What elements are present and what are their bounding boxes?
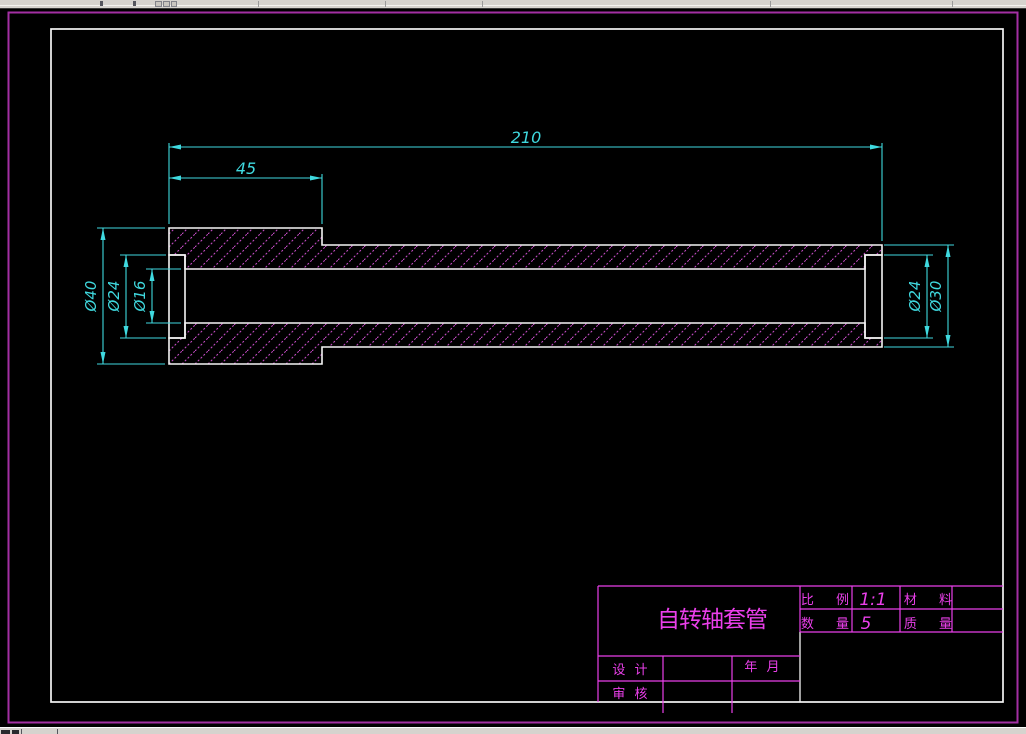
dim-right-counterbore-dia: Ø24 xyxy=(906,281,924,313)
part-name: 自转轴套管 xyxy=(657,607,767,633)
quantity-value: 5 xyxy=(861,614,872,634)
part-upper-wall-section xyxy=(168,227,883,270)
scale-label: 比 例 xyxy=(801,593,849,608)
statusbar-icon-fragment xyxy=(1,730,10,734)
material-label: 材 料 xyxy=(904,593,952,608)
statusbar-icon-fragment xyxy=(12,730,19,734)
dim-flange-outer-dia: Ø40 xyxy=(82,281,100,313)
cad-viewport[interactable]: 210 45 Ø40 Ø24 Ø16 Ø24 Ø30 自转轴套管 比 例 1:1… xyxy=(0,0,1026,734)
dim-total-length: 210 xyxy=(511,128,542,147)
dim-tube-outer-dia: Ø30 xyxy=(927,281,945,313)
designer-label: 设 计 xyxy=(612,663,647,678)
part-lower-wall-section xyxy=(168,322,883,365)
dim-bore-dia: Ø16 xyxy=(131,281,149,313)
scale-value: 1:1 xyxy=(859,590,886,610)
statusbar-separator xyxy=(21,729,22,734)
dim-left-counterbore-dia: Ø24 xyxy=(105,281,123,313)
mass-label: 质 量 xyxy=(904,617,952,632)
statusbar-separator xyxy=(57,729,58,734)
checker-label: 审 核 xyxy=(612,687,647,702)
cad-application-window: 210 45 Ø40 Ø24 Ø16 Ø24 Ø30 自转轴套管 比 例 1:1… xyxy=(0,0,1026,734)
title-block: 自转轴套管 比 例 1:1 材 料 数 量 5 质 量 设 计 年 月 审 核 xyxy=(597,585,1003,713)
dim-flange-length: 45 xyxy=(236,159,256,178)
right-counterbore-outline xyxy=(864,254,883,339)
part-section-view xyxy=(168,227,883,365)
statusbar-strip[interactable] xyxy=(0,727,1026,734)
date-label: 年 月 xyxy=(744,660,779,675)
left-counterbore-outline xyxy=(168,254,186,339)
quantity-label: 数 量 xyxy=(801,617,849,632)
